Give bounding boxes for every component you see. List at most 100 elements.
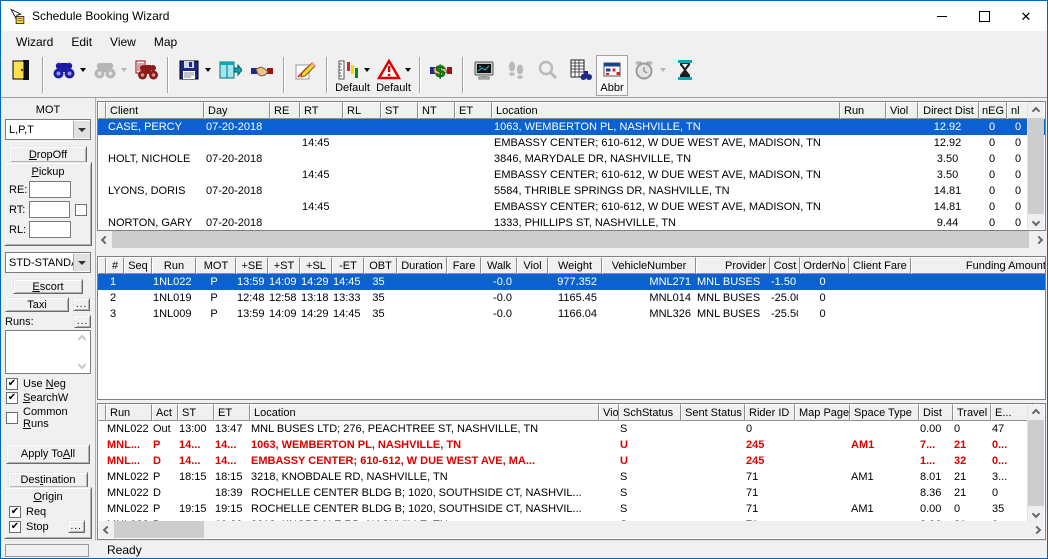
- scroll-down-icon[interactable]: [1028, 506, 1044, 521]
- stop-row[interactable]: MNL022 P 18:15 18:15 3218, KNOBDALE RD, NASH…: [98, 469, 1045, 485]
- booking-row[interactable]: HOLT, NICHOLE 07-20-2018 3846, MARYDALE DR…: [98, 151, 1045, 167]
- menu-item-wizard[interactable]: Wizard: [7, 33, 62, 51]
- column-header[interactable]: Day: [204, 102, 270, 119]
- solution-row[interactable]: 2 1NL019 P 12:48 12:58 13:18 13:33 35 -0.0 1165.4…: [98, 290, 1045, 306]
- runs-more-button[interactable]: ...: [74, 315, 91, 328]
- exit-wizard-button[interactable]: [5, 55, 37, 96]
- find-button[interactable]: [48, 55, 89, 96]
- browse-grid-button[interactable]: [564, 55, 596, 96]
- solution-row[interactable]: 3 1NL009 P 13:59 14:09 14:29 14:45 35 -0.0 1166.0…: [98, 306, 1045, 322]
- edit-booking-button[interactable]: [289, 55, 321, 96]
- scroll-left-icon[interactable]: [99, 521, 114, 538]
- column-header[interactable]: Cost: [770, 257, 800, 274]
- column-header[interactable]: Viol: [517, 257, 548, 274]
- scroll-left-icon[interactable]: [97, 231, 112, 248]
- bookings-horizontal-scrollbar[interactable]: [97, 231, 1046, 248]
- runs-listbox[interactable]: [5, 330, 91, 374]
- booking-row[interactable]: NORTON, GARY 07-20-2018 1333, PHILLIPS ST,…: [98, 215, 1045, 230]
- scroll-right-icon[interactable]: [1031, 231, 1046, 248]
- column-header[interactable]: OrderNo: [800, 257, 849, 274]
- split-window-button[interactable]: [214, 55, 246, 96]
- rt-field[interactable]: [29, 201, 70, 218]
- column-header[interactable]: Act: [152, 404, 178, 421]
- column-header[interactable]: +SE: [236, 257, 268, 274]
- column-header[interactable]: Fare: [447, 257, 481, 274]
- column-header[interactable]: RL: [343, 102, 381, 119]
- scroll-up-icon[interactable]: [1028, 103, 1044, 118]
- bookings-vertical-scrollbar[interactable]: [1027, 103, 1044, 229]
- mot-combobox[interactable]: L,P,T: [5, 119, 91, 140]
- column-header[interactable]: NT: [418, 102, 455, 119]
- itinerary-vertical-scrollbar[interactable]: [1027, 405, 1044, 521]
- hourglass-button[interactable]: [669, 55, 701, 96]
- column-header[interactable]: ST: [381, 102, 418, 119]
- column-header[interactable]: RT: [300, 102, 343, 119]
- scroll-up-icon[interactable]: [76, 334, 88, 344]
- common-runs-checkbox[interactable]: [6, 412, 18, 424]
- menu-item-edit[interactable]: Edit: [62, 33, 101, 51]
- column-header[interactable]: VehicleNumber: [602, 257, 696, 274]
- column-header[interactable]: Travel: [953, 404, 991, 421]
- column-header[interactable]: [98, 102, 106, 119]
- booking-row[interactable]: CASE, PERCY 07-20-2018 1063, WEMBERTON PL,…: [98, 119, 1045, 135]
- itinerary-horizontal-scrollbar[interactable]: [99, 521, 1044, 538]
- use-neg-checkbox[interactable]: ✔: [6, 378, 18, 390]
- apply-to-all-button[interactable]: Apply To All: [6, 444, 90, 464]
- scrollbar-thumb[interactable]: [112, 231, 1029, 248]
- origin-button[interactable]: Origin: [7, 491, 89, 503]
- chevron-down-icon[interactable]: [205, 67, 211, 72]
- stop-row[interactable]: MNL... D 14... 14... EMBASSY CENTER; 610-612…: [98, 453, 1045, 469]
- column-header[interactable]: SchStatus: [619, 404, 681, 421]
- pickup-button[interactable]: Pickup: [7, 166, 89, 178]
- menu-item-view[interactable]: View: [101, 33, 145, 51]
- column-header[interactable]: MOT: [196, 257, 236, 274]
- find-run-button[interactable]: [130, 55, 162, 96]
- scroll-up-icon[interactable]: [1028, 405, 1044, 420]
- minimize-button[interactable]: [921, 1, 963, 31]
- rt-checkbox[interactable]: [75, 203, 87, 216]
- map-view-button[interactable]: [468, 55, 500, 96]
- dropoff-button[interactable]: DropOff: [9, 146, 87, 163]
- service-type-combobox[interactable]: STD-STANDA: [5, 252, 91, 273]
- stop-row[interactable]: MNL022 Out 13:00 13:47 MNL BUSES LTD; 276, P…: [98, 421, 1045, 437]
- column-header[interactable]: Map Page: [795, 404, 850, 421]
- column-header[interactable]: [98, 257, 106, 274]
- booking-row[interactable]: 14:45 EMBASSY CENTER; 610-612, W DUE WEST…: [98, 167, 1045, 183]
- column-header[interactable]: OBT: [364, 257, 397, 274]
- save-button[interactable]: [173, 55, 214, 96]
- column-header[interactable]: Funding Amount: [911, 257, 1045, 274]
- rl-field[interactable]: [29, 221, 71, 238]
- re-field[interactable]: [29, 181, 71, 198]
- close-button[interactable]: ✕: [1005, 1, 1047, 31]
- column-header[interactable]: Rider ID: [745, 404, 795, 421]
- column-header[interactable]: Client: [106, 102, 204, 119]
- column-header[interactable]: ET: [214, 404, 250, 421]
- column-header[interactable]: Viol: [886, 102, 918, 119]
- menu-item-map[interactable]: Map: [145, 33, 186, 51]
- column-header[interactable]: nEG: [979, 102, 1007, 119]
- column-header[interactable]: Provider: [696, 257, 770, 274]
- maximize-button[interactable]: [963, 1, 1005, 31]
- taxi-more-button[interactable]: ...: [73, 298, 90, 311]
- abbr-button[interactable]: Abbr: [596, 55, 628, 96]
- service-dropdown-arrow[interactable]: [73, 254, 90, 271]
- scrollbar-thumb[interactable]: [1028, 118, 1044, 214]
- booking-row[interactable]: LYONS, DORIS 07-20-2018 5584, THRIBLE SPRI…: [98, 183, 1045, 199]
- column-header[interactable]: Walk: [481, 257, 517, 274]
- mot-dropdown-arrow[interactable]: [73, 121, 90, 138]
- stop-row[interactable]: MNL... P 14... 14... 1063, WEMBERTON PL, NAS…: [98, 437, 1045, 453]
- column-header[interactable]: -ET: [332, 257, 364, 274]
- negotiate-button[interactable]: [246, 55, 278, 96]
- column-header[interactable]: Location: [250, 404, 599, 421]
- stop-more-button[interactable]: ...: [67, 520, 85, 533]
- cost-negotiate-button[interactable]: $: [425, 55, 457, 96]
- column-header[interactable]: Viol: [599, 404, 619, 421]
- column-header[interactable]: Duration: [397, 257, 447, 274]
- booking-row[interactable]: 14:45 EMBASSY CENTER; 610-612, W DUE WEST…: [98, 199, 1045, 215]
- scroll-down-icon[interactable]: [76, 360, 88, 370]
- stop-row[interactable]: MNL022 P 19:15 19:15 ROCHELLE CENTER BLDG B;…: [98, 501, 1045, 517]
- column-header[interactable]: Sent Status: [681, 404, 745, 421]
- column-header[interactable]: Space Type: [850, 404, 919, 421]
- default-schedule-button[interactable]: Default: [332, 55, 373, 96]
- default-violations-button[interactable]: Default: [373, 55, 414, 96]
